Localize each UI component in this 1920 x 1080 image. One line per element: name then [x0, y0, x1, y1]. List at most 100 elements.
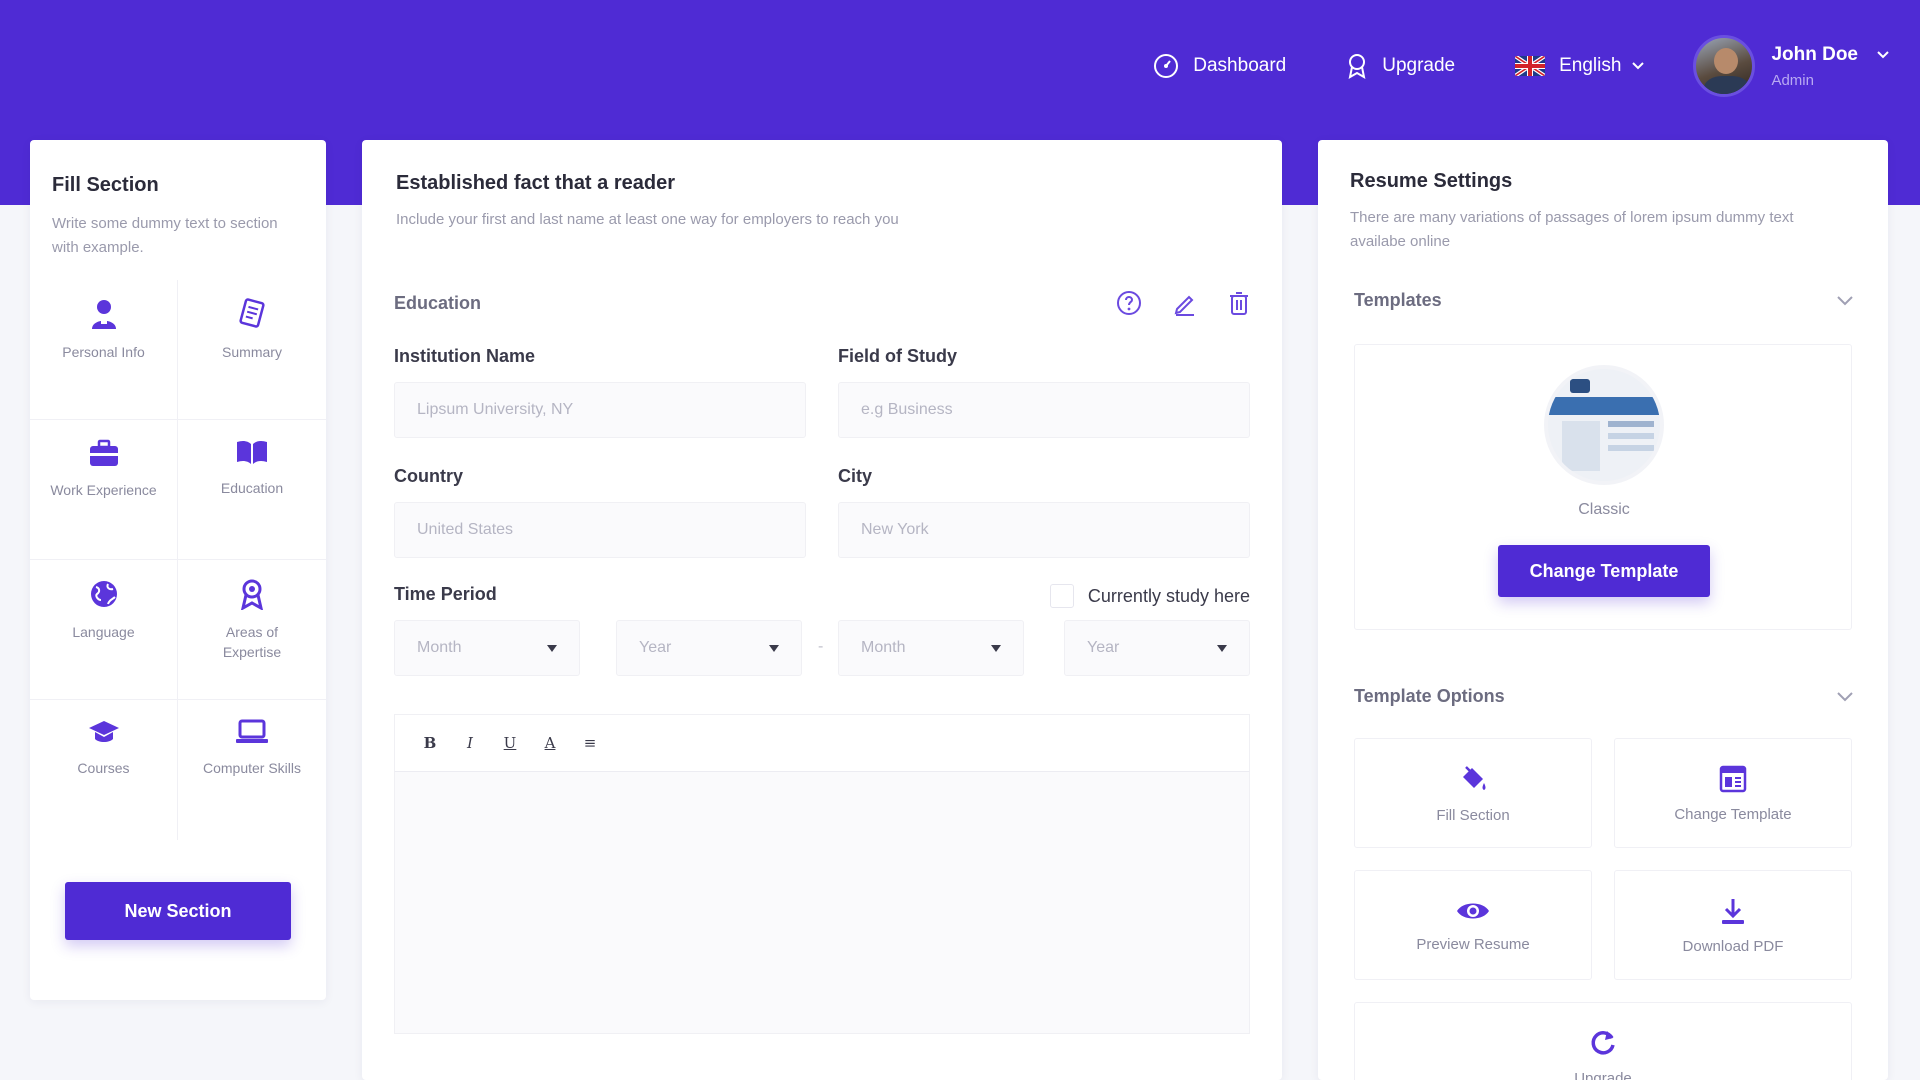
field-of-study-input[interactable]: e.g Business [838, 382, 1250, 438]
template-options-label: Template Options [1354, 686, 1505, 706]
language-selector[interactable]: English [1515, 55, 1645, 77]
start-month-select[interactable]: Month [394, 620, 580, 676]
new-section-button[interactable]: New Section [65, 882, 291, 940]
templates-label: Templates [1354, 290, 1442, 310]
chevron-down-icon[interactable] [1876, 50, 1890, 60]
resume-settings-subtitle: There are many variations of passages of… [1350, 209, 1794, 250]
option-label: Preview Resume [1416, 935, 1530, 953]
book-icon [237, 440, 267, 464]
templates-accordion[interactable]: Templates [1354, 290, 1854, 311]
caret-down-icon [991, 644, 1001, 652]
award-icon [240, 579, 264, 610]
form-subtitle: Include your first and last name at leas… [396, 211, 899, 228]
description-editor[interactable] [394, 772, 1250, 1034]
form-title: Established fact that a reader [396, 172, 675, 194]
chevron-down-icon [1632, 62, 1645, 70]
section-areas-of-expertise[interactable]: Areas of Expertise [178, 560, 326, 700]
template-options-accordion[interactable]: Template Options [1354, 686, 1854, 707]
fill-section-title: Fill Section [52, 174, 159, 196]
eye-icon [1457, 903, 1489, 918]
option-label: Fill Section [1436, 806, 1510, 824]
nav-upgrade-label: Upgrade [1382, 55, 1456, 76]
caret-down-icon [547, 644, 557, 652]
edit-button[interactable] [1172, 290, 1198, 316]
education-header: Education [394, 290, 1250, 316]
template-card: Classic Change Template [1354, 344, 1852, 630]
currently-study-toggle[interactable]: Currently study here [1049, 584, 1250, 608]
help-icon [1117, 291, 1141, 315]
start-year-select[interactable]: Year [616, 620, 802, 676]
option-change-template[interactable]: Change Template [1614, 738, 1852, 848]
option-upgrade[interactable]: Upgrade [1354, 1002, 1852, 1080]
top-nav: Dashboard Upgrade English John Doe Admin [1093, 28, 1890, 104]
city-input[interactable]: New York [838, 502, 1250, 558]
resume-settings-title: Resume Settings [1350, 170, 1513, 192]
section-grid: Personal Info Summary Work Experience Ed… [30, 280, 326, 840]
document-icon [239, 298, 265, 328]
uk-flag-icon [1515, 56, 1546, 76]
nav-dashboard-label: Dashboard [1193, 55, 1287, 76]
start-year-value: Year [639, 639, 672, 656]
start-month-value: Month [417, 639, 462, 656]
bold-button[interactable]: B [419, 732, 441, 754]
section-label: Language [72, 624, 135, 640]
section-summary[interactable]: Summary [178, 280, 326, 420]
caret-down-icon [1217, 644, 1227, 652]
option-label: Change Template [1674, 805, 1792, 823]
education-section-title: Education [394, 292, 482, 313]
globe-icon [90, 581, 117, 607]
user-info: John Doe Admin [1771, 44, 1890, 89]
end-year-select[interactable]: Year [1064, 620, 1250, 676]
user-icon [91, 300, 116, 329]
section-label: Summary [222, 344, 282, 360]
template-thumbnail[interactable] [1544, 365, 1664, 485]
chevron-down-icon [1837, 691, 1853, 701]
italic-button[interactable]: I [459, 732, 481, 754]
section-label: Personal Info [62, 344, 145, 360]
end-month-value: Month [861, 639, 906, 656]
avatar[interactable] [1693, 35, 1756, 97]
section-personal-info[interactable]: Personal Info [30, 280, 178, 420]
dashboard-icon [1154, 54, 1179, 78]
currently-study-label: Currently study here [1087, 585, 1250, 606]
delete-button[interactable] [1228, 290, 1250, 316]
time-period-label: Time Period [394, 584, 497, 604]
section-label: Areas of Expertise [222, 624, 282, 660]
pencil-icon [1174, 295, 1194, 316]
section-education[interactable]: Education [178, 420, 326, 560]
end-month-select[interactable]: Month [838, 620, 1024, 676]
section-label: Computer Skills [202, 760, 302, 776]
option-download-pdf[interactable]: Download PDF [1614, 870, 1852, 980]
nav-upgrade[interactable]: Upgrade [1346, 53, 1455, 79]
range-separator: - [818, 638, 824, 655]
section-computer-skills[interactable]: Computer Skills [178, 700, 326, 840]
user-menu[interactable]: John Doe Admin [1693, 35, 1890, 97]
option-preview-resume[interactable]: Preview Resume [1354, 870, 1592, 980]
section-courses[interactable]: Courses [30, 700, 178, 840]
end-year-value: Year [1087, 639, 1120, 656]
field-of-study-label: Field of Study [838, 346, 957, 366]
help-button[interactable] [1116, 290, 1142, 316]
country-input[interactable]: United States [394, 502, 806, 558]
caret-down-icon [769, 644, 779, 652]
option-label: Download PDF [1682, 937, 1784, 955]
list-button[interactable]: ≡ [579, 732, 601, 754]
laptop-icon [236, 719, 268, 743]
currently-study-checkbox[interactable] [1049, 584, 1074, 608]
text-color-button[interactable]: A [539, 732, 561, 754]
institution-label: Institution Name [394, 346, 536, 366]
change-template-button[interactable]: Change Template [1498, 545, 1710, 597]
country-label: Country [394, 466, 463, 486]
section-language[interactable]: Language [30, 560, 178, 700]
section-label: Courses [77, 760, 130, 776]
resume-settings-panel: Resume Settings There are many variation… [1318, 140, 1888, 1080]
section-label: Work Experience [50, 482, 157, 498]
download-icon [1722, 898, 1744, 924]
institution-input[interactable]: Lipsum University, NY [394, 382, 806, 438]
refresh-icon [1591, 1030, 1615, 1055]
city-label: City [838, 466, 873, 486]
underline-button[interactable]: U [499, 732, 521, 754]
nav-dashboard[interactable]: Dashboard [1153, 53, 1286, 79]
section-work-experience[interactable]: Work Experience [30, 420, 178, 560]
option-fill-section[interactable]: Fill Section [1354, 738, 1592, 848]
